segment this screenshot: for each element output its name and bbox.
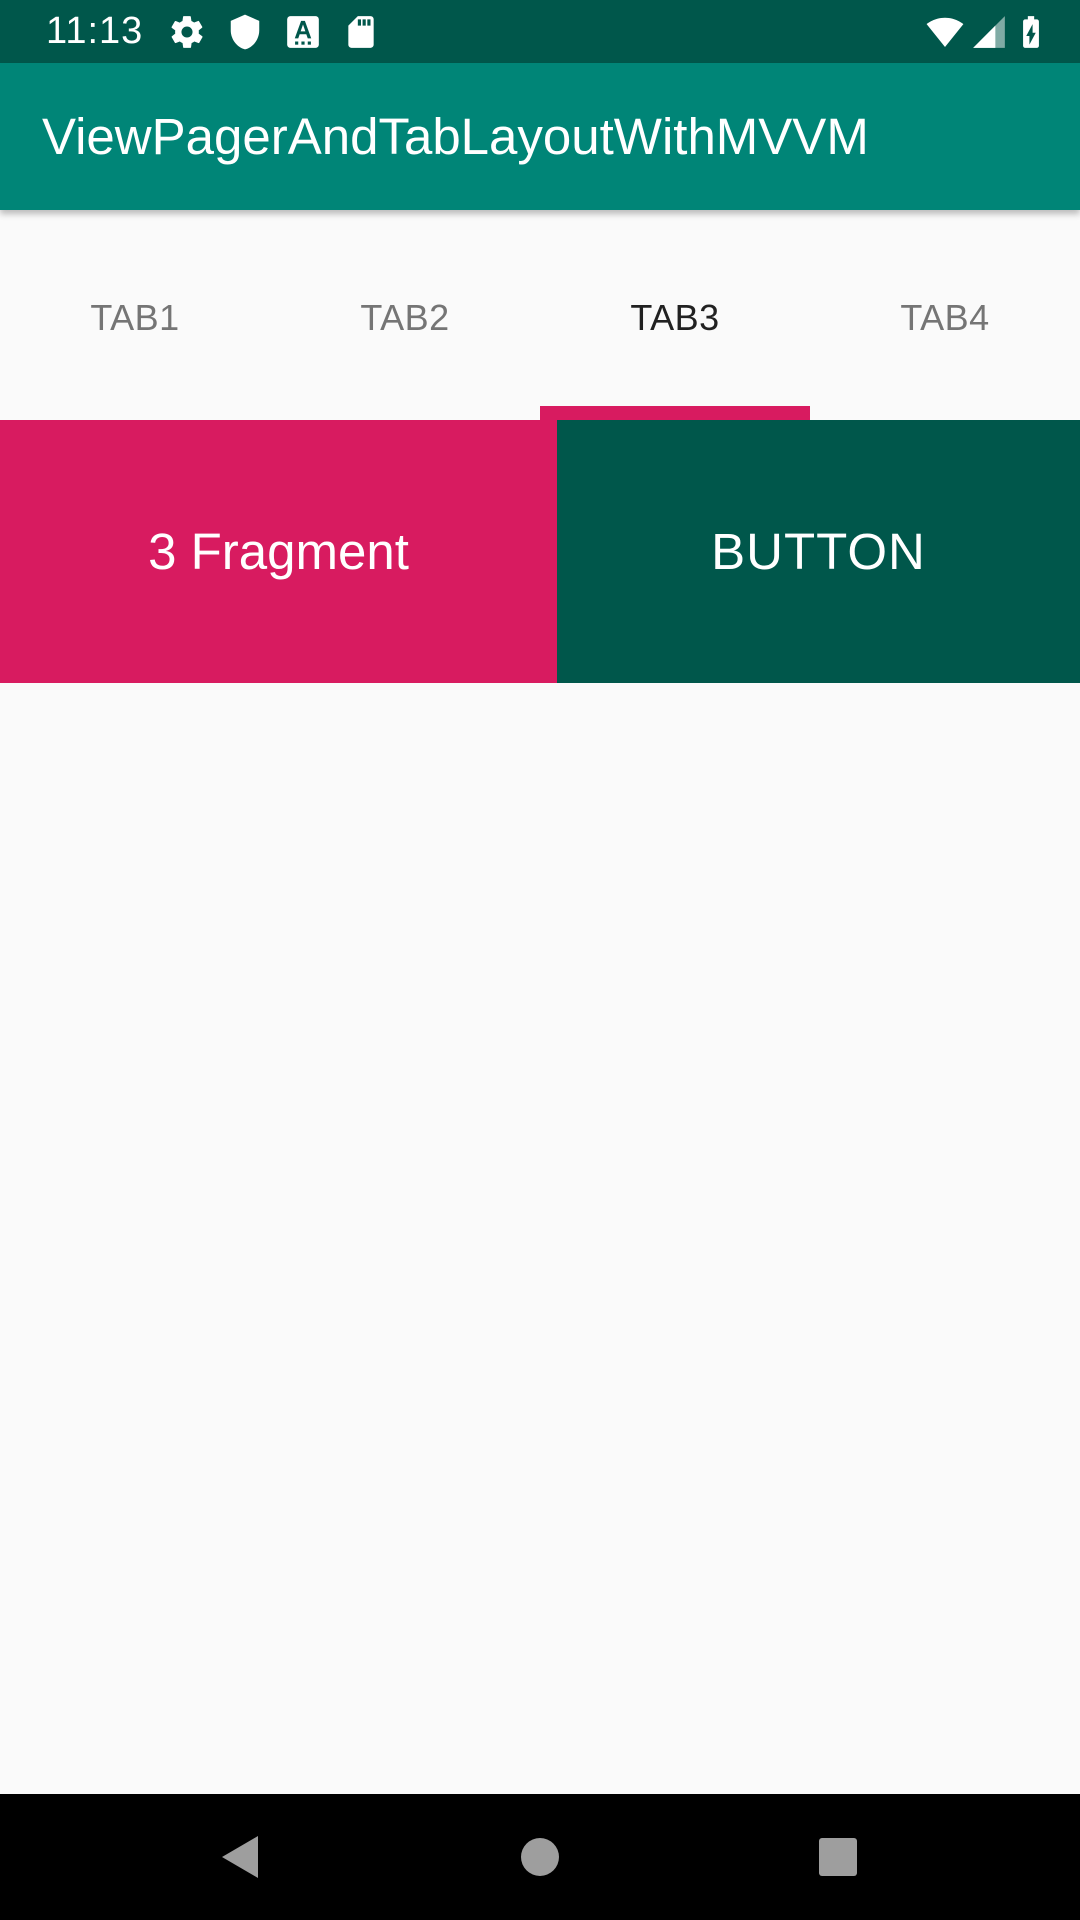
sd-card-icon <box>342 13 380 51</box>
signal-icon <box>970 13 1008 51</box>
tab-2[interactable]: TAB2 <box>270 210 540 420</box>
navigation-bar <box>0 1794 1080 1920</box>
wifi-icon <box>922 13 968 51</box>
recents-icon[interactable] <box>803 1822 873 1892</box>
status-time: 11:13 <box>46 10 144 52</box>
view-pager-page: 3 Fragment BUTTON <box>0 420 1080 683</box>
status-bar: 11:13 <box>0 0 1080 63</box>
settings-icon <box>168 13 206 51</box>
app-title: ViewPagerAndTabLayoutWithMVVM <box>42 108 869 165</box>
battery-charging-icon <box>1012 13 1050 51</box>
tab-4[interactable]: TAB4 <box>810 210 1080 420</box>
home-icon[interactable] <box>505 1822 575 1892</box>
fragment-label: 3 Fragment <box>0 420 557 683</box>
tab-layout: TAB1 TAB2 TAB3 TAB4 <box>0 210 1080 420</box>
tab-indicator <box>540 406 810 420</box>
app-bar: ViewPagerAndTabLayoutWithMVVM <box>0 63 1080 210</box>
tab-3[interactable]: TAB3 <box>540 210 810 420</box>
font-a-icon <box>284 13 322 51</box>
tab-1[interactable]: TAB1 <box>0 210 270 420</box>
shield-icon <box>226 13 264 51</box>
back-icon[interactable] <box>204 1822 274 1892</box>
fragment-button[interactable]: BUTTON <box>557 420 1080 683</box>
